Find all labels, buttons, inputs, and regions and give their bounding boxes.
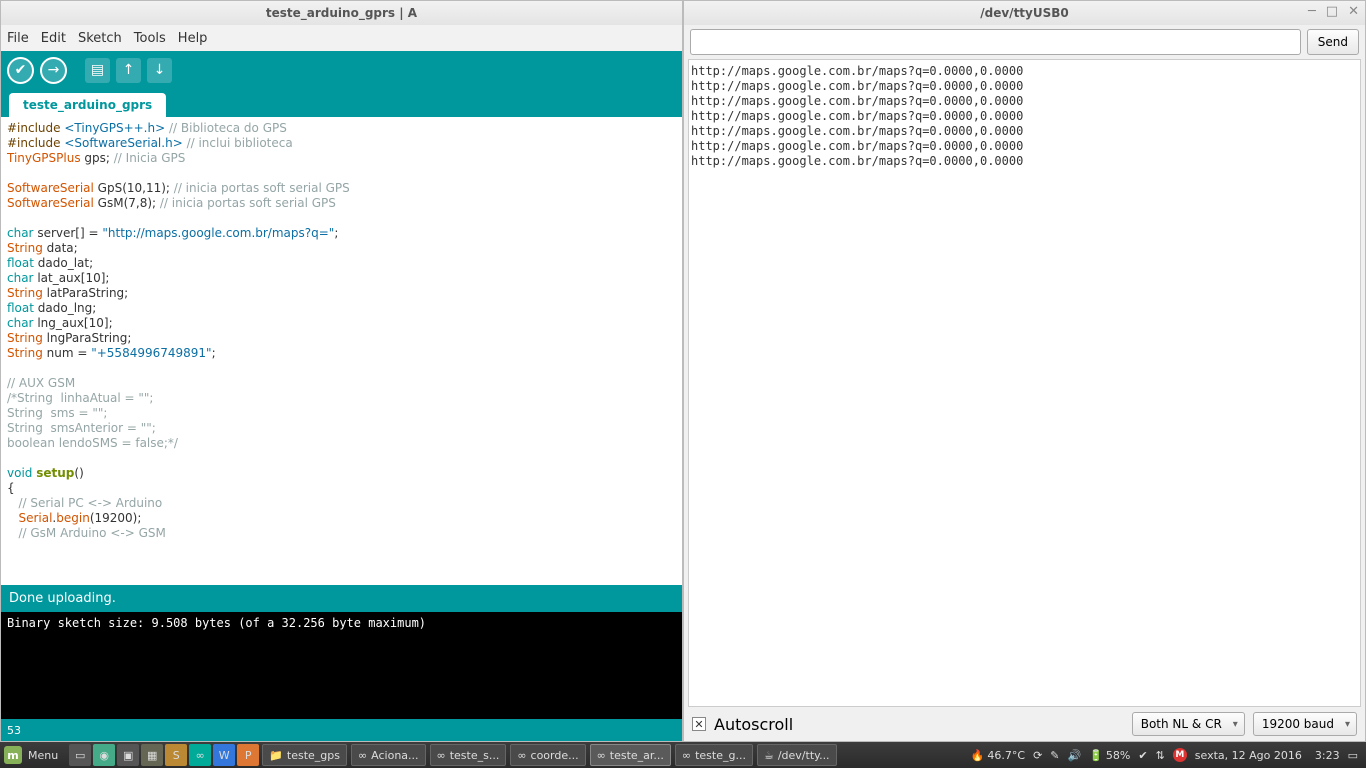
volume-icon[interactable]: 🔊	[1068, 749, 1082, 762]
mint-logo-icon: m	[4, 746, 22, 764]
taskbar-task[interactable]: ∞Aciona...	[351, 744, 426, 766]
menu-edit[interactable]: Edit	[41, 31, 66, 46]
battery-indicator[interactable]: 🔋58%	[1089, 749, 1130, 762]
serial-bottom-row: ✕ Autoscroll Both NL & CR 19200 baud	[684, 707, 1365, 741]
taskbar: m Menu ▭ ◉ ▣ ▦ S ∞ W P 📁teste_gps∞Aciona…	[0, 742, 1366, 768]
wps-presentation-icon[interactable]: P	[237, 744, 259, 766]
line-ending-select[interactable]: Both NL & CR	[1132, 712, 1245, 736]
taskbar-task[interactable]: ∞teste_s...	[430, 744, 507, 766]
chrome-icon[interactable]: ◉	[93, 744, 115, 766]
maximize-icon[interactable]: □	[1326, 4, 1338, 19]
close-icon[interactable]: ✕	[1348, 4, 1359, 19]
menu-label: Menu	[28, 749, 58, 762]
new-sketch-button[interactable]: ▤	[85, 58, 110, 83]
update-icon[interactable]: ⟳	[1033, 749, 1042, 762]
network-icon[interactable]: ⇅	[1156, 749, 1165, 762]
status-bar: Done uploading.	[1, 585, 682, 612]
taskbar-task[interactable]: ☕/dev/tty...	[757, 744, 837, 766]
menu-tools[interactable]: Tools	[134, 31, 166, 46]
serial-titlebar[interactable]: /dev/ttyUSB0 ─ □ ✕	[684, 1, 1365, 25]
minimize-icon[interactable]: ─	[1308, 4, 1316, 19]
send-button[interactable]: Send	[1307, 29, 1359, 55]
serial-input[interactable]	[690, 29, 1301, 55]
serial-title-text: /dev/ttyUSB0	[980, 6, 1069, 20]
serial-monitor-window: /dev/ttyUSB0 ─ □ ✕ Send http://maps.goog…	[683, 0, 1366, 742]
menu-help[interactable]: Help	[178, 31, 208, 46]
taskbar-task[interactable]: 📁teste_gps	[262, 744, 347, 766]
taskbar-task[interactable]: ∞coorde...	[510, 744, 585, 766]
temp-indicator[interactable]: 🔥 46.7°C	[971, 749, 1025, 762]
shield-icon[interactable]: ✔	[1138, 749, 1147, 762]
ide-tabs: teste_arduino_gprs	[1, 89, 682, 117]
pencil-icon[interactable]: ✎	[1050, 749, 1059, 762]
files-icon[interactable]: ▦	[141, 744, 163, 766]
autoscroll-checkbox[interactable]: ✕	[692, 717, 706, 731]
serial-input-row: Send	[684, 25, 1365, 59]
console-output: Binary sketch size: 9.508 bytes (of a 32…	[1, 612, 682, 719]
code-editor[interactable]: #include <TinyGPS++.h> // Biblioteca do …	[1, 117, 682, 585]
ide-titlebar[interactable]: teste_arduino_gprs | A	[1, 1, 682, 25]
taskbar-task[interactable]: ∞teste_ar...	[590, 744, 671, 766]
serial-output[interactable]: http://maps.google.com.br/maps?q=0.0000,…	[688, 59, 1361, 707]
menu-file[interactable]: File	[7, 31, 29, 46]
show-desktop-icon[interactable]: ▭	[69, 744, 91, 766]
wps-writer-icon[interactable]: W	[213, 744, 235, 766]
save-sketch-button[interactable]: ↓	[147, 58, 172, 83]
autoscroll-label: Autoscroll	[714, 715, 793, 734]
ide-footer: 53	[1, 719, 682, 741]
start-menu-button[interactable]: m Menu	[0, 742, 68, 768]
ide-toolbar: ✔ → ▤ ↑ ↓	[1, 51, 682, 89]
clock[interactable]: sexta, 12 Ago 2016 3:23	[1195, 749, 1340, 762]
baud-rate-select[interactable]: 19200 baud	[1253, 712, 1357, 736]
arduino-icon[interactable]: ∞	[189, 744, 211, 766]
ide-menubar: File Edit Sketch Tools Help	[1, 25, 682, 51]
mega-icon[interactable]: M	[1173, 748, 1187, 762]
taskbar-task[interactable]: ∞teste_g...	[675, 744, 753, 766]
terminal-icon[interactable]: ▣	[117, 744, 139, 766]
upload-button[interactable]: →	[40, 57, 67, 84]
menu-sketch[interactable]: Sketch	[78, 31, 122, 46]
sketch-tab[interactable]: teste_arduino_gprs	[9, 93, 166, 117]
show-desktop-right-icon[interactable]: ▭	[1348, 749, 1358, 762]
verify-button[interactable]: ✔	[7, 57, 34, 84]
system-tray: 🔥 46.7°C ⟳ ✎ 🔊 🔋58% ✔ ⇅ M sexta, 12 Ago …	[971, 748, 1366, 762]
arduino-ide-window: teste_arduino_gprs | A File Edit Sketch …	[0, 0, 683, 742]
sublime-icon[interactable]: S	[165, 744, 187, 766]
open-sketch-button[interactable]: ↑	[116, 58, 141, 83]
